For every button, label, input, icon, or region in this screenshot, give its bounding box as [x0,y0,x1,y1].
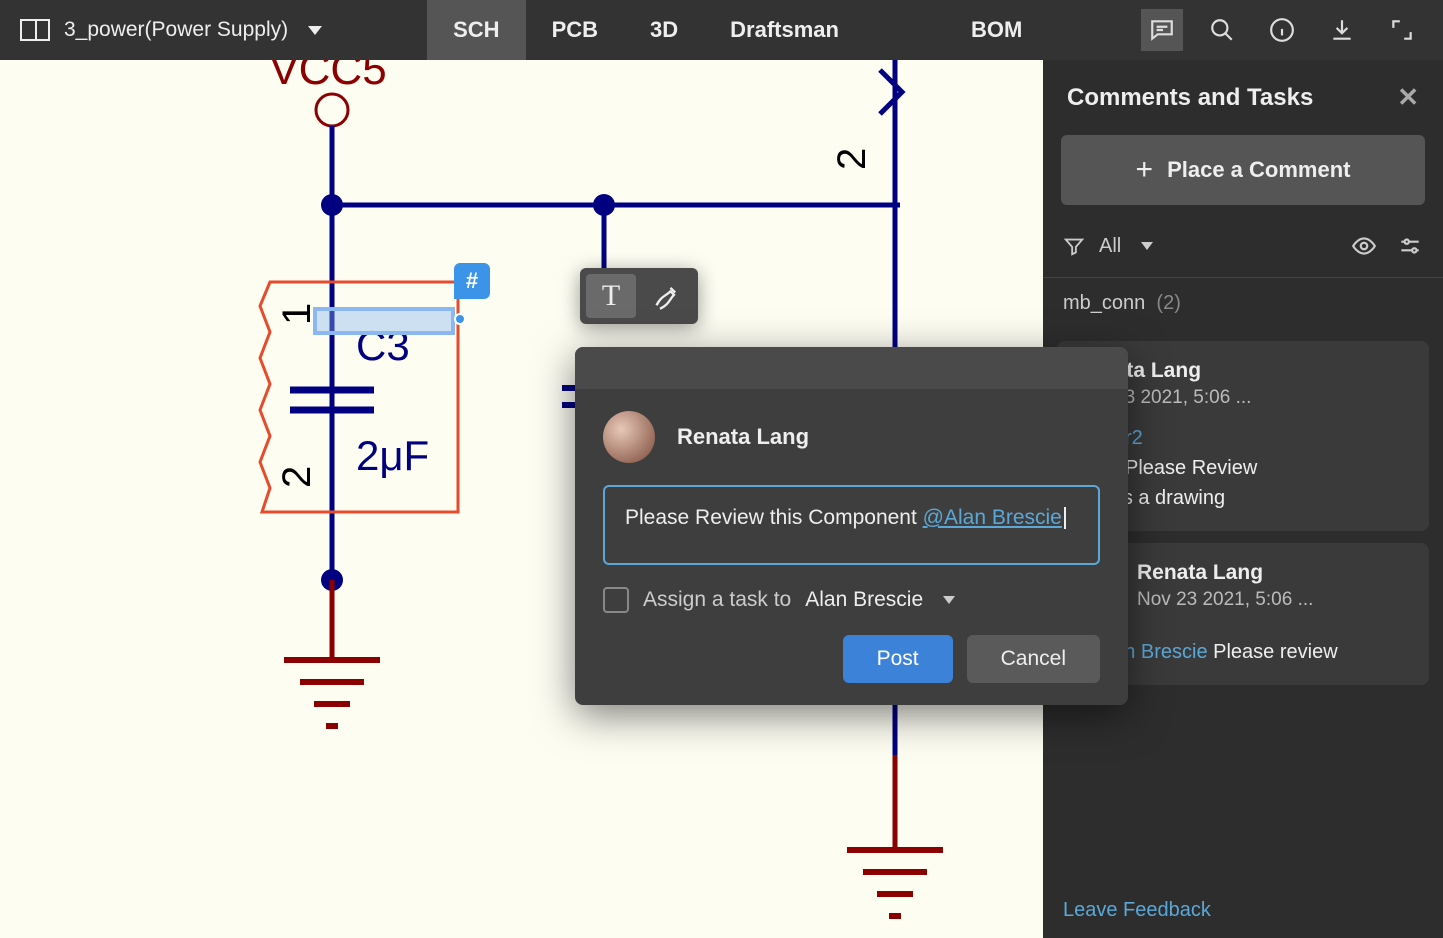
card-date: Nov 23 2021, 5:06 ... [1137,589,1313,611]
tab-pcb[interactable]: PCB [526,0,624,61]
tab-3d[interactable]: 3D [624,0,704,61]
mention[interactable]: @Alan Brescie [923,506,1062,529]
component-value: 2μF [356,432,429,479]
chevron-down-icon[interactable] [1141,242,1153,250]
plus-icon: + [1136,153,1154,187]
draw-tool-button[interactable] [642,274,692,318]
search-icon[interactable] [1201,9,1243,51]
document-icon [20,19,50,41]
tab-bom[interactable]: BOM [945,0,1048,61]
cancel-button[interactable]: Cancel [967,635,1100,683]
comment-author: Renata Lang [677,424,809,450]
comments-icon[interactable] [1141,9,1183,51]
place-comment-button[interactable]: + Place a Comment [1061,135,1425,205]
tab-draftsman[interactable]: Draftsman [704,0,865,61]
pin2: 2 [275,466,319,488]
card-author: Renata Lang [1137,561,1313,585]
close-icon[interactable]: ✕ [1397,82,1419,113]
top-toolbar: 3_power(Power Supply) SCH PCB 3D Draftsm… [0,0,1443,60]
view-tabs: SCH PCB 3D Draftsman BOM [427,0,1048,61]
chevron-down-icon[interactable] [308,26,322,35]
avatar [603,411,655,463]
assign-checkbox[interactable] [603,587,629,613]
dialog-drag-handle[interactable] [575,347,1128,389]
comment-dialog: Renata Lang Please Review this Component… [575,347,1128,705]
schematic-canvas[interactable]: VCC5 2 = 1 2 C3 2μF [0,60,1043,938]
settings-sliders-icon[interactable] [1397,233,1423,259]
comment-marker[interactable]: # [454,263,490,299]
assign-label: Assign a task to [643,588,791,612]
info-icon[interactable] [1261,9,1303,51]
chevron-down-icon[interactable] [943,596,955,604]
document-title[interactable]: 3_power(Power Supply) [64,18,288,42]
comment-group-header[interactable]: mb_conn (2) [1043,278,1443,329]
selection-highlight[interactable] [313,307,455,335]
assign-name[interactable]: Alan Brescie [805,588,923,612]
annotation-toolbar: T [580,268,698,324]
filter-dropdown[interactable]: All [1099,235,1121,258]
download-icon[interactable] [1321,9,1363,51]
eye-icon[interactable] [1351,233,1377,259]
comment-pointer [454,313,466,325]
panel-title: Comments and Tasks [1067,84,1313,112]
tab-sch[interactable]: SCH [427,0,525,61]
fullscreen-icon[interactable] [1381,9,1423,51]
filter-icon[interactable] [1063,235,1085,257]
leave-feedback-link[interactable]: Leave Feedback [1043,883,1443,938]
pin-right: 2 [830,148,874,170]
post-button[interactable]: Post [843,635,953,683]
text-tool-button[interactable]: T [586,274,636,318]
comment-textarea[interactable]: Please Review this Component @Alan Bresc… [603,485,1100,565]
net-label: VCC5 [269,60,386,94]
